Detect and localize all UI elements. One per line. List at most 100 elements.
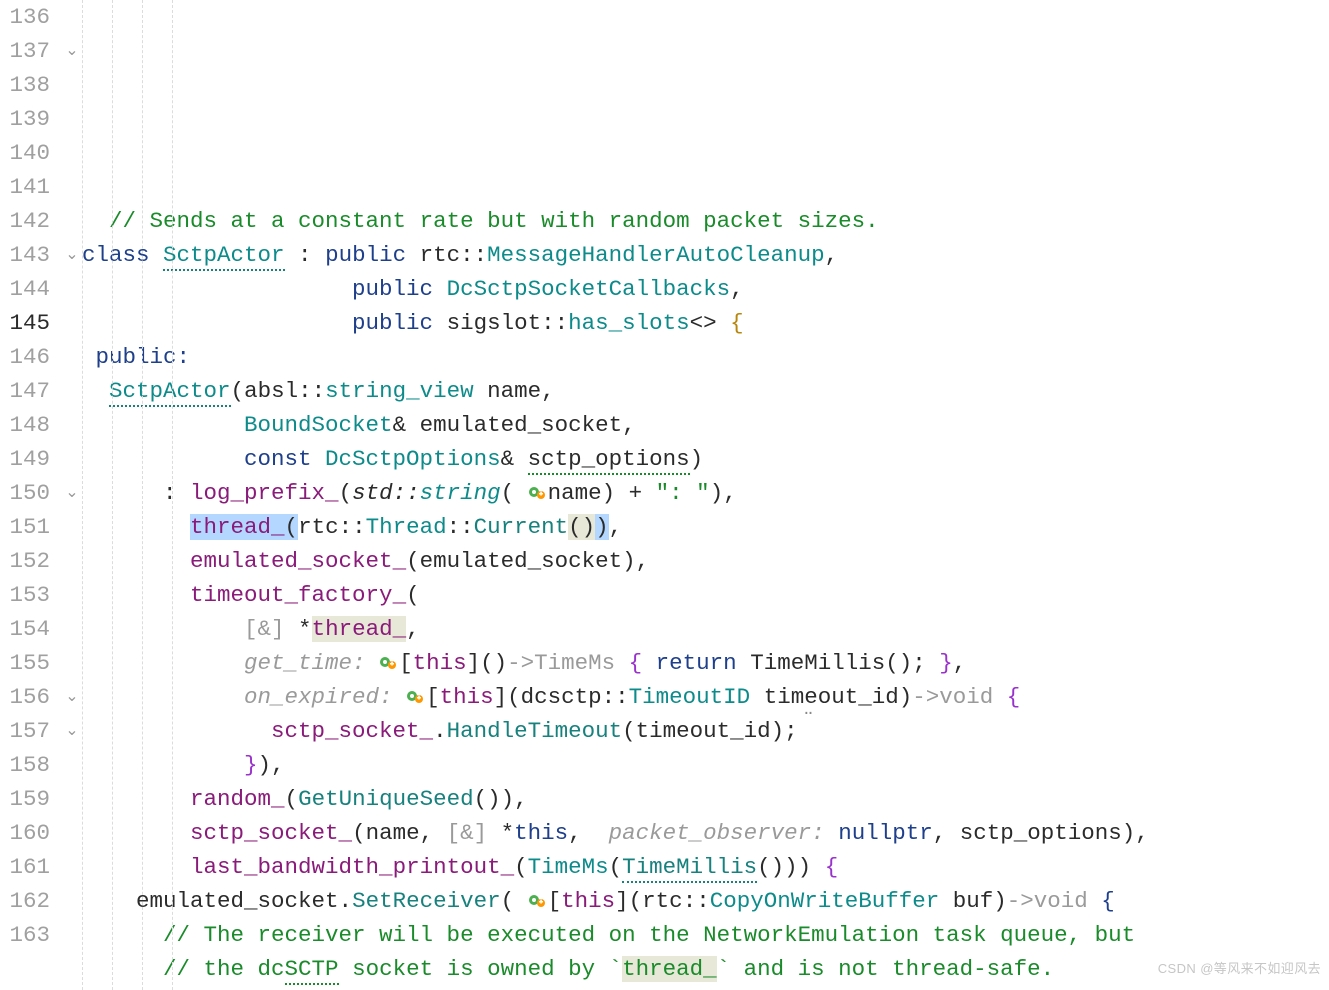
fold-marker[interactable] [62, 442, 82, 476]
code-line[interactable]: SctpActor(absl::string_view name, [82, 374, 1329, 408]
fold-marker[interactable] [62, 204, 82, 238]
code-line[interactable]: // The receiver will be executed on the … [82, 918, 1329, 952]
line-number[interactable]: 145 [0, 306, 50, 340]
line-number[interactable]: 151 [0, 510, 50, 544]
fold-marker[interactable]: ⌄ [62, 714, 82, 748]
line-number[interactable]: 159 [0, 782, 50, 816]
refactor-hint-icon[interactable] [528, 886, 546, 904]
code-line[interactable]: last_bandwidth_printout_(TimeMs(TimeMill… [82, 850, 1329, 884]
fold-marker[interactable] [62, 544, 82, 578]
line-number[interactable]: 139 [0, 102, 50, 136]
code-token: class [82, 242, 163, 268]
line-number[interactable]: 156 [0, 680, 50, 714]
code-area[interactable]: // Sends at a constant rate but with ran… [82, 0, 1329, 990]
code-line[interactable]: random_(GetUniqueSeed()), [82, 782, 1329, 816]
line-number-gutter[interactable]: 1361371381391401411421431441451461471481… [0, 0, 62, 990]
fold-marker[interactable] [62, 102, 82, 136]
code-line[interactable]: const DcSctpOptions& sctp_options) [82, 442, 1329, 476]
line-number[interactable]: 137 [0, 34, 50, 68]
fold-marker[interactable] [62, 612, 82, 646]
line-number[interactable]: 146 [0, 340, 50, 374]
line-number[interactable]: 158 [0, 748, 50, 782]
line-number[interactable]: 157 [0, 714, 50, 748]
chevron-down-icon[interactable]: ⌄ [65, 680, 78, 714]
fold-marker[interactable] [62, 510, 82, 544]
code-line[interactable]: }), [82, 748, 1329, 782]
line-number[interactable]: 163 [0, 918, 50, 952]
line-number[interactable]: 161 [0, 850, 50, 884]
line-number[interactable]: 162 [0, 884, 50, 918]
code-line[interactable]: get_time: [this]()->TimeMs { return Time… [82, 646, 1329, 680]
code-line[interactable]: public sigslot::has_slots<> { [82, 306, 1329, 340]
fold-marker[interactable] [62, 170, 82, 204]
fold-marker[interactable]: ⌄ [62, 238, 82, 272]
chevron-down-icon[interactable]: ⌄ [65, 238, 78, 272]
fold-marker[interactable] [62, 578, 82, 612]
code-line[interactable]: // Sends at a constant rate but with ran… [82, 204, 1329, 238]
code-token: ( [406, 582, 420, 608]
fold-marker[interactable]: ⌄ [62, 34, 82, 68]
code-line[interactable]: BoundSocket& emulated_socket, [82, 408, 1329, 442]
line-number[interactable]: 150 [0, 476, 50, 510]
line-number[interactable]: 160 [0, 816, 50, 850]
chevron-down-icon[interactable]: ⌄ [65, 34, 78, 68]
fold-marker[interactable] [62, 408, 82, 442]
fold-marker[interactable] [62, 748, 82, 782]
code-line[interactable]: sctp_socket_(name, [&] *this, packet_obs… [82, 816, 1329, 850]
code-token: name) + [548, 480, 656, 506]
code-line[interactable]: thread_(rtc::Thread::Current()), [82, 510, 1329, 544]
fold-marker[interactable] [62, 374, 82, 408]
fold-marker[interactable] [62, 918, 82, 952]
code-token: SetReceiver [352, 888, 501, 914]
code-token: , [406, 616, 420, 642]
refactor-hint-icon[interactable] [406, 682, 424, 700]
line-number[interactable]: 136 [0, 0, 50, 34]
code-line[interactable]: : log_prefix_(std::string( name) + ": ")… [82, 476, 1329, 510]
fold-marker[interactable] [62, 816, 82, 850]
code-line[interactable]: // the dcSCTP socket is owned by `thread… [82, 952, 1329, 986]
fold-marker[interactable] [62, 782, 82, 816]
code-token: name, [474, 378, 555, 404]
fold-marker[interactable] [62, 340, 82, 374]
code-line[interactable]: public: [82, 340, 1329, 374]
code-line[interactable]: [&] *thread_, [82, 612, 1329, 646]
line-number[interactable]: 149 [0, 442, 50, 476]
line-number[interactable]: 152 [0, 544, 50, 578]
fold-column[interactable]: ⌄⌄⌄⌄⌄ [62, 0, 82, 990]
refactor-hint-icon[interactable] [379, 648, 397, 666]
code-token: // the dc [163, 956, 285, 982]
line-number[interactable]: 148 [0, 408, 50, 442]
fold-marker[interactable] [62, 884, 82, 918]
line-number[interactable]: 154 [0, 612, 50, 646]
line-number[interactable]: 147 [0, 374, 50, 408]
code-line[interactable]: class SctpActor : public rtc::MessageHan… [82, 238, 1329, 272]
fold-marker[interactable] [62, 0, 82, 34]
code-line[interactable]: emulated_socket.SetReceiver( [this](rtc:… [82, 884, 1329, 918]
fold-marker[interactable] [62, 646, 82, 680]
fold-marker[interactable] [62, 272, 82, 306]
fold-marker[interactable] [62, 306, 82, 340]
line-number[interactable]: 138 [0, 68, 50, 102]
line-number[interactable]: 141 [0, 170, 50, 204]
code-editor[interactable]: 1361371381391401411421431441451461471481… [0, 0, 1329, 990]
fold-marker[interactable] [62, 136, 82, 170]
code-line[interactable]: public DcSctpSocketCallbacks, [82, 272, 1329, 306]
line-number[interactable]: 142 [0, 204, 50, 238]
fold-marker[interactable] [62, 68, 82, 102]
fold-marker[interactable]: ⌄ [62, 680, 82, 714]
line-number[interactable]: 144 [0, 272, 50, 306]
fold-marker[interactable]: ⌄ [62, 476, 82, 510]
code-line[interactable]: emulated_socket_(emulated_socket), [82, 544, 1329, 578]
line-number[interactable]: 153 [0, 578, 50, 612]
fold-marker[interactable] [62, 850, 82, 884]
chevron-down-icon[interactable]: ⌄ [65, 476, 78, 510]
line-number[interactable]: 143 [0, 238, 50, 272]
line-number[interactable]: 155 [0, 646, 50, 680]
refactor-hint-icon[interactable] [528, 478, 546, 496]
line-number[interactable]: 140 [0, 136, 50, 170]
code-line[interactable]: timeout_factory_( [82, 578, 1329, 612]
code-line[interactable]: sctp_socket_.HandleTimeout(timeout_id); [82, 714, 1329, 748]
code-line[interactable]: on_expired: [this](dcsctp::TimeoutID tim… [82, 680, 1329, 714]
chevron-down-icon[interactable]: ⌄ [65, 714, 78, 748]
code-line[interactable]: thread_->PostTask(webrtc::ToQueuedTask( [82, 986, 1329, 990]
